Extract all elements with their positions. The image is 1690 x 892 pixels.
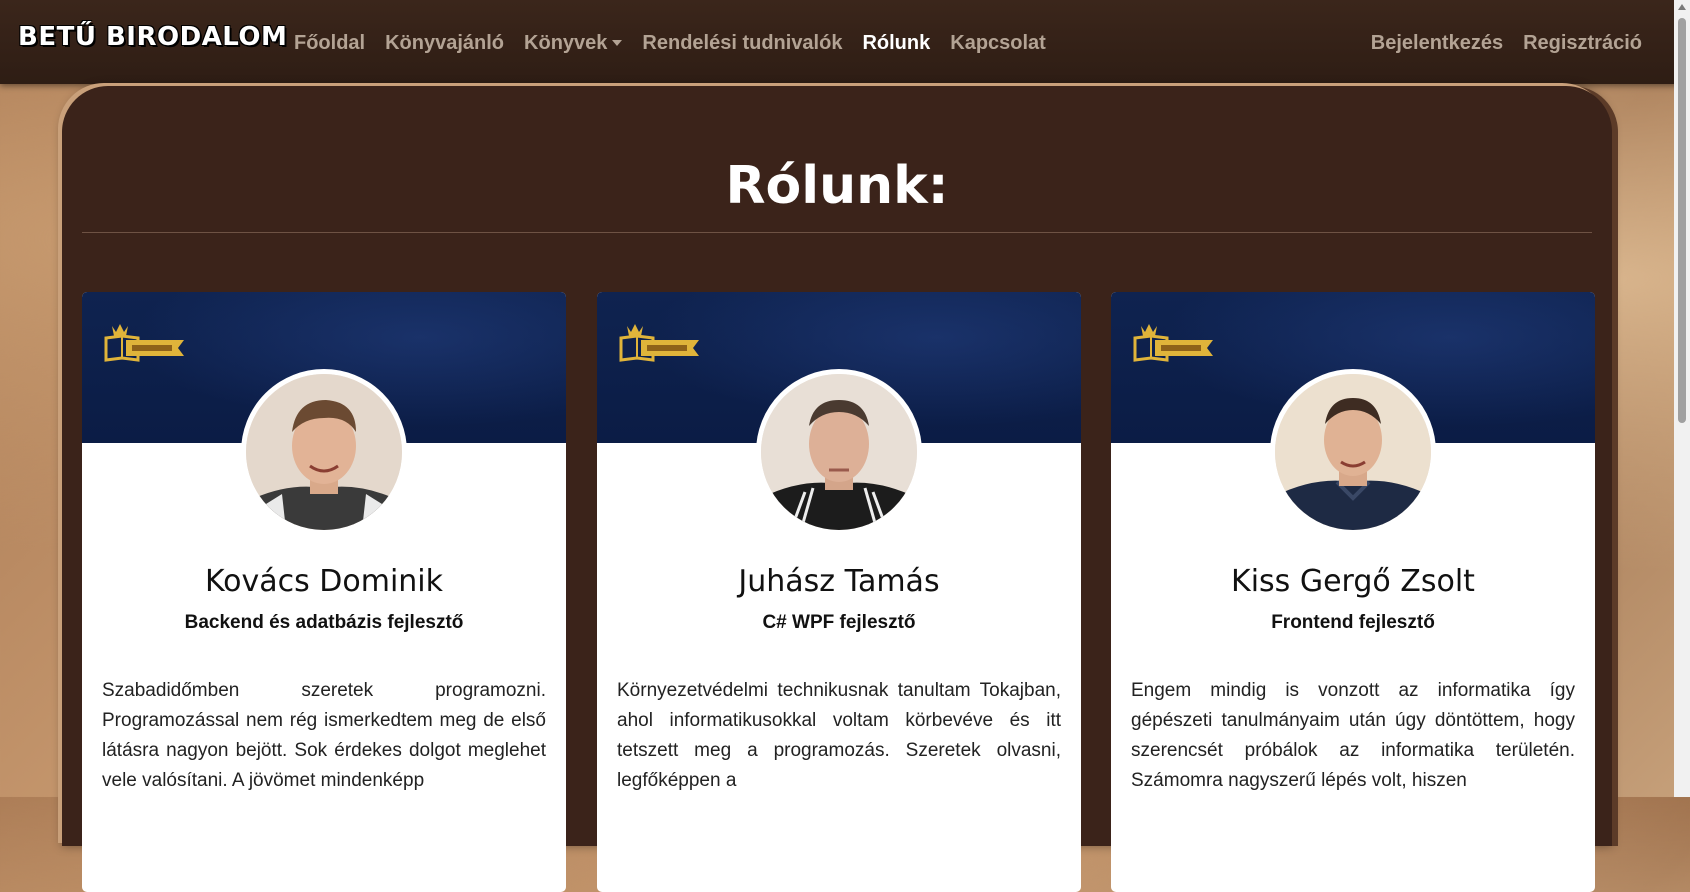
scrollbar-thumb[interactable] [1678,18,1686,423]
caret-down-icon [612,40,623,46]
nav-links: Főoldal Könyvajánló Könyvek Rendelési tu… [294,31,1066,55]
avatar-photo [1270,369,1436,535]
nav-link-books-label: Könyvek [524,32,608,54]
title-divider [82,232,1592,233]
nav-link-home[interactable]: Főoldal [294,31,365,55]
member-name: Kiss Gergő Zsolt [1231,564,1475,599]
nav-link-ordering-info[interactable]: Rendelési tudnivalók [642,31,842,55]
member-role: Frontend fejlesztő [1271,612,1435,633]
page-title: Rólunk: [725,156,949,216]
team-member-card: Kovács Dominik Backend és adatbázis fejl… [82,292,566,892]
member-bio: Szabadidőmben szeretek programozni. Prog… [102,680,546,791]
member-role: Backend és adatbázis fejlesztő [184,612,464,633]
nav-link-books-dropdown[interactable]: Könyvek [524,31,623,55]
brand-logo-link[interactable]: BETŰ BIRODALOM [18,22,287,52]
member-bio: Engem mindig is vonzott az informatika í… [1131,680,1575,791]
member-name: Kovács Dominik [204,564,444,599]
scroll-up-arrow-icon[interactable] [1678,4,1686,10]
avatar-photo [241,369,407,535]
betu-birodalom-logo-icon [1133,324,1213,362]
betu-birodalom-logo-icon [619,324,699,362]
top-navbar: BETŰ BIRODALOM Főoldal Könyvajánló Könyv… [0,0,1690,84]
nav-link-login[interactable]: Bejelentkezés [1371,31,1503,55]
about-panel: Rólunk: Kovács Dominik Backend és adatbá… [62,86,1612,892]
nav-auth-links: Bejelentkezés Regisztráció [1371,31,1642,55]
avatar-photo [756,369,922,535]
team-member-card: Kiss Gergő Zsolt Frontend fejlesztő Enge… [1111,292,1595,892]
nav-link-contact[interactable]: Kapcsolat [950,31,1046,55]
member-role: C# WPF fejlesztő [762,612,916,633]
nav-link-register[interactable]: Regisztráció [1523,31,1642,55]
betu-birodalom-logo-icon [104,324,184,362]
member-bio: Környezetvédelmi technikusnak tanultam T… [617,680,1061,791]
page-scrollbar[interactable] [1674,0,1690,797]
team-member-card: Juhász Tamás C# WPF fejlesztő Környezetv… [597,292,1081,892]
nav-link-book-recommendations[interactable]: Könyvajánló [385,31,504,55]
member-name: Juhász Tamás [738,564,940,599]
nav-link-about-us[interactable]: Rólunk [862,31,930,55]
